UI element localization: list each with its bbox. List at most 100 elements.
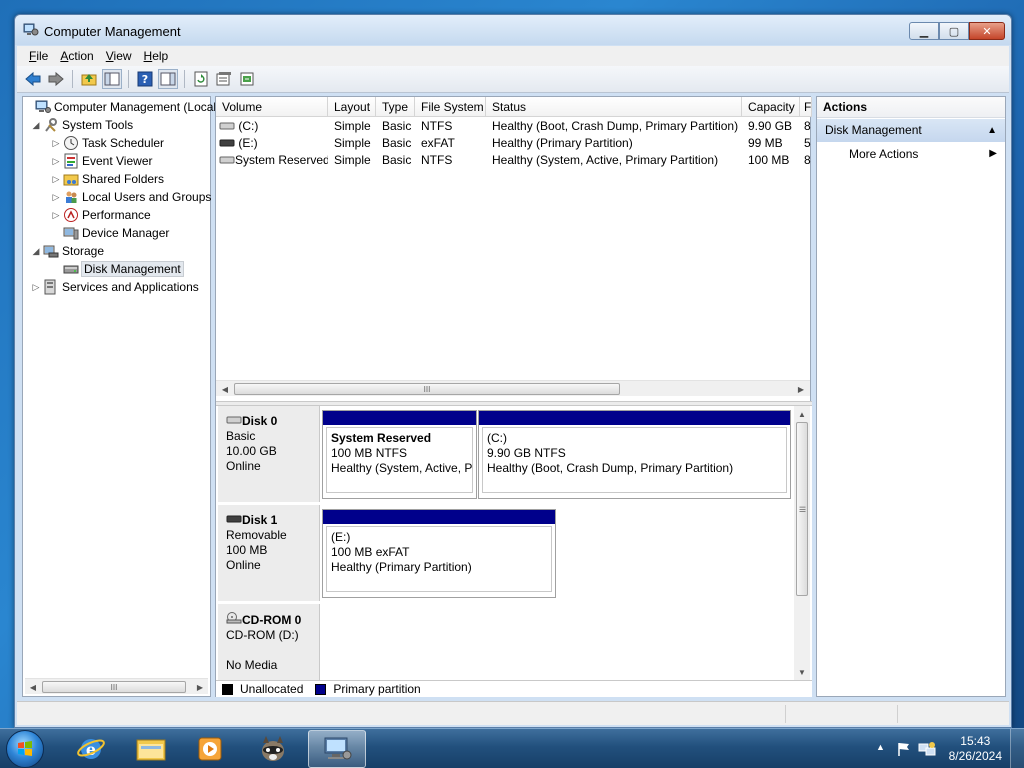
disk-0-label[interactable]: Disk 0 Basic 10.00 GB Online	[218, 406, 320, 502]
scroll-right-icon[interactable]: ▶	[794, 382, 808, 396]
clock[interactable]: 15:43 8/26/2024	[949, 734, 1002, 764]
volume-list-header: Volume Layout Type File System Status Ca…	[216, 97, 812, 117]
close-button[interactable]: ✕	[969, 22, 1005, 40]
tree-item-label: System Tools	[62, 118, 134, 132]
taskbar-media-player[interactable]	[182, 730, 240, 768]
actions-section-disk-management[interactable]: Disk Management ▲	[817, 119, 1005, 142]
properties-icon	[216, 72, 231, 86]
tree-item-performance[interactable]: ▷ Performance	[51, 206, 151, 224]
expand-icon[interactable]: ▷	[31, 282, 41, 293]
tree-item-device-manager[interactable]: Device Manager	[51, 224, 169, 242]
properties-button[interactable]	[214, 69, 234, 89]
action-center-flag-icon[interactable]	[896, 741, 912, 757]
start-button[interactable]	[6, 730, 44, 768]
tree-horizontal-scrollbar[interactable]: ◀ III ▶	[25, 678, 208, 694]
tree-item-services-applications[interactable]: ▷ Services and Applications	[31, 278, 199, 296]
scroll-left-icon[interactable]: ◀	[26, 680, 40, 694]
column-type[interactable]: Type	[376, 97, 415, 117]
partition-e[interactable]: (E:) 100 MB exFAT Healthy (Primary Parti…	[322, 509, 556, 598]
tree-item-shared-folders[interactable]: ▷ Shared Folders	[51, 170, 165, 188]
column-volume[interactable]: Volume	[216, 97, 328, 117]
export-button[interactable]	[237, 69, 257, 89]
back-icon	[25, 71, 41, 87]
volume-row[interactable]: (C:) Simple Basic NTFS Healthy (Boot, Cr…	[216, 118, 812, 135]
help-button[interactable]: ?	[135, 69, 155, 89]
column-status[interactable]: Status	[486, 97, 742, 117]
close-icon: ✕	[982, 25, 992, 38]
show-hide-tree-button[interactable]	[102, 69, 122, 89]
volume-free-space: 8	[804, 119, 811, 133]
volume-name: (E:)	[238, 136, 258, 150]
show-desktop-button[interactable]	[1010, 729, 1024, 768]
scroll-down-icon[interactable]: ▼	[795, 665, 809, 679]
expand-icon[interactable]: ▷	[51, 210, 61, 221]
expand-icon[interactable]: ▷	[51, 192, 61, 203]
tree-item-task-scheduler[interactable]: ▷ Task Scheduler	[51, 134, 164, 152]
system-tools-icon	[43, 117, 59, 133]
menu-action[interactable]: Action	[54, 49, 99, 63]
volume-row[interactable]: (E:) Simple Basic exFAT Healthy (Primary…	[216, 135, 812, 152]
tree-item-local-users[interactable]: ▷ Local Users and Groups	[51, 188, 212, 206]
partition-system-reserved[interactable]: System Reserved 100 MB NTFS Healthy (Sys…	[322, 410, 477, 499]
computer-management-icon	[35, 99, 51, 115]
disk-management-icon	[63, 261, 79, 277]
show-hide-action-pane-button[interactable]	[158, 69, 178, 89]
minimize-icon: ▁	[919, 25, 929, 38]
column-layout[interactable]: Layout	[328, 97, 376, 117]
minimize-button[interactable]: ▁	[909, 22, 939, 40]
up-folder-icon	[81, 74, 97, 86]
taskbar-computer-management[interactable]	[308, 730, 366, 768]
partition-size: 100 MB NTFS	[331, 446, 408, 460]
menu-file[interactable]: File	[23, 49, 54, 63]
taskbar-windows-explorer[interactable]	[122, 730, 180, 768]
volume-list-horizontal-scrollbar[interactable]: ◀ III ▶	[216, 380, 810, 396]
expand-icon[interactable]: ▷	[51, 174, 61, 185]
up-folder-button[interactable]	[79, 69, 99, 89]
collapse-up-icon[interactable]: ▲	[987, 119, 997, 142]
volume-capacity: 100 MB	[748, 153, 790, 167]
column-file-system[interactable]: File System	[415, 97, 486, 117]
console-tree: Computer Management (Local ◢ System Tool…	[22, 96, 216, 697]
menu-view[interactable]: View	[100, 49, 138, 63]
scroll-right-icon[interactable]: ▶	[193, 680, 207, 694]
show-hidden-icons-icon[interactable]: ▲	[876, 742, 885, 752]
tree-item-computer-management[interactable]: Computer Management (Local	[23, 98, 216, 116]
column-free-space[interactable]: F	[800, 97, 812, 117]
expand-icon[interactable]: ▷	[51, 138, 61, 149]
collapse-icon[interactable]: ◢	[31, 246, 41, 257]
status-segment	[785, 705, 786, 723]
tree-item-disk-management[interactable]: Disk Management	[51, 260, 184, 278]
refresh-button[interactable]	[191, 69, 211, 89]
tree-item-system-tools[interactable]: ◢ System Tools	[31, 116, 133, 134]
scroll-thumb[interactable]: III	[42, 681, 186, 693]
drive-icon	[219, 156, 235, 164]
volume-row[interactable]: System Reserved Simple Basic NTFS Health…	[216, 152, 812, 169]
title-bar[interactable]: Computer Management ▁ ▢ ✕	[15, 15, 1011, 45]
partition-c[interactable]: (C:) 9.90 GB NTFS Healthy (Boot, Crash D…	[478, 410, 791, 499]
tree-item-label: Device Manager	[82, 226, 170, 240]
forward-button[interactable]	[46, 69, 66, 89]
tree-item-event-viewer[interactable]: ▷ Event Viewer	[51, 152, 152, 170]
disk-1-label[interactable]: Disk 1 Removable 100 MB Online	[218, 505, 320, 601]
maximize-button[interactable]: ▢	[939, 22, 969, 40]
more-actions-label: More Actions	[849, 147, 919, 161]
disk-type: Removable	[226, 528, 287, 542]
tree-item-storage[interactable]: ◢ Storage	[31, 242, 105, 260]
scroll-thumb[interactable]: III	[796, 422, 808, 596]
expand-icon[interactable]: ▷	[51, 156, 61, 167]
column-capacity[interactable]: Capacity	[742, 97, 800, 117]
network-icon[interactable]	[918, 741, 936, 757]
scroll-up-icon[interactable]: ▲	[795, 407, 809, 421]
disk-name: Disk 0	[242, 414, 278, 428]
scroll-left-icon[interactable]: ◀	[218, 382, 232, 396]
menu-help[interactable]: Help	[138, 49, 175, 63]
collapse-icon[interactable]: ◢	[31, 120, 41, 131]
performance-icon	[63, 207, 79, 223]
back-button[interactable]	[23, 69, 43, 89]
scroll-thumb[interactable]: III	[234, 383, 620, 395]
cdrom-0-label[interactable]: CD-ROM 0 CD-ROM (D:) No Media	[218, 604, 320, 680]
disk-vertical-scrollbar[interactable]: ▲ III ▼	[794, 406, 810, 680]
taskbar-raccoon-app[interactable]	[244, 730, 302, 768]
taskbar-internet-explorer[interactable]: e	[62, 730, 120, 768]
more-actions-item[interactable]: More Actions ▶	[817, 144, 1005, 164]
